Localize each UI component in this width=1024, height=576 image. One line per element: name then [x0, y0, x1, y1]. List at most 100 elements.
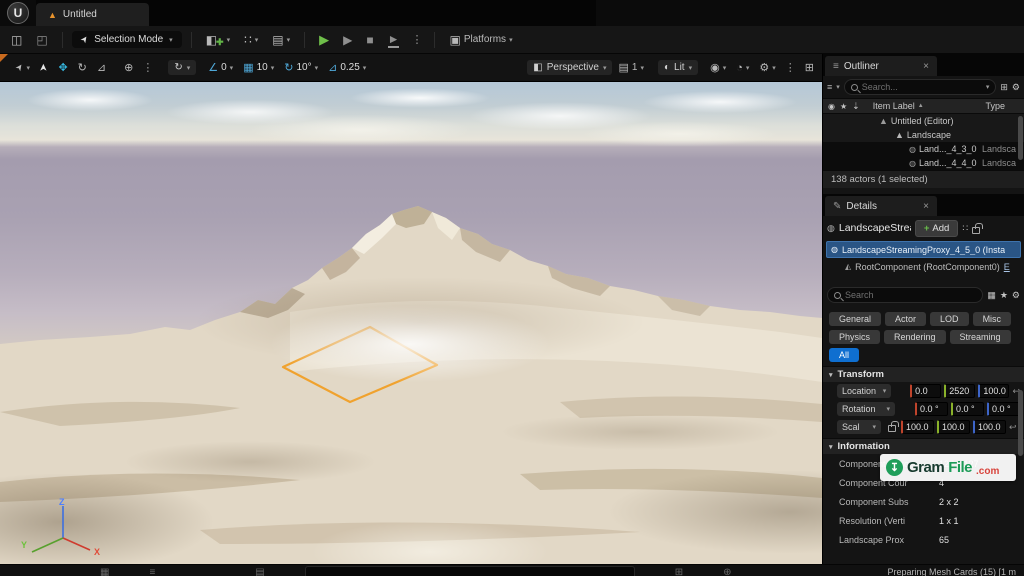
location-y-field[interactable]: 2520	[944, 384, 975, 398]
information-section-header[interactable]: ▾ Information	[823, 438, 1024, 454]
details-scrollbar[interactable]	[1018, 390, 1023, 456]
blueprint-icon[interactable]: ∷	[962, 223, 968, 234]
save-button[interactable]: ◫	[6, 31, 27, 49]
perspective-dropdown[interactable]: ◧ Perspective ▾	[527, 60, 612, 75]
outliner-row-untitled[interactable]: ▲ Untitled (Editor)	[823, 114, 1024, 128]
scale-x-field[interactable]: 100.0	[901, 420, 934, 434]
content-drawer-icon[interactable]: ▦	[100, 566, 109, 576]
view-mode-dropdown[interactable]: ◐ Lit ▾	[658, 60, 698, 75]
outliner-scrollbar[interactable]	[1018, 116, 1023, 160]
scale-y-field[interactable]: 100.0	[937, 420, 970, 434]
filter-chip-physics[interactable]: Physics	[829, 330, 880, 344]
pin-column-icon[interactable]: ⇣	[852, 101, 860, 112]
item-label-column[interactable]: Item Label	[873, 101, 915, 111]
show-flags-dropdown[interactable]: ◉ ▾	[706, 59, 730, 76]
type-column[interactable]: Type	[985, 101, 1019, 111]
filter-chip-rendering[interactable]: Rendering	[884, 330, 946, 344]
filter-icon[interactable]: ≡	[827, 82, 832, 92]
close-icon[interactable]: ×	[923, 61, 929, 72]
filter-chip-streaming[interactable]: Streaming	[950, 330, 1011, 344]
filter-chip-actor[interactable]: Actor	[885, 312, 926, 326]
create-folder-icon[interactable]: ⊞	[1000, 82, 1008, 93]
filter-chip-lod[interactable]: LOD	[930, 312, 969, 326]
grid-snap-dropdown[interactable]: ▦ 10 ▾	[239, 59, 278, 76]
location-z-field[interactable]: 100.0	[978, 384, 1009, 398]
scale-lock-icon[interactable]	[888, 425, 896, 432]
selection-mode-dropdown[interactable]: ➤ Selection Mode ▾	[72, 31, 182, 48]
platforms-dropdown[interactable]: ▣ Platforms ▾	[444, 31, 517, 49]
frame-skip-button[interactable]: ▶	[338, 31, 357, 49]
outliner-row-landscape[interactable]: ▲ Landscape	[823, 128, 1024, 142]
coordinate-system-button[interactable]: ⊕	[120, 59, 137, 76]
rotation-dropdown[interactable]: Rotation ▾	[837, 402, 895, 416]
blueprints-button[interactable]: ∷ ▾	[239, 31, 263, 49]
transform-options-ellipsis[interactable]: ⋮	[139, 61, 156, 74]
gear-icon[interactable]: ⚙	[1012, 82, 1020, 93]
quad-view-button[interactable]: ⊞	[801, 59, 818, 76]
outliner-search-input[interactable]	[862, 82, 982, 92]
viewport-ellipsis[interactable]: ⋮	[782, 61, 799, 74]
star-column-icon[interactable]: ★	[840, 102, 847, 111]
details-search-input[interactable]	[845, 290, 976, 300]
display-options-icon[interactable]: ▦	[987, 290, 996, 301]
scale-tool-button[interactable]: ⊿	[93, 59, 110, 76]
root-component-edit-link[interactable]: E	[1004, 262, 1010, 272]
cinematics-button[interactable]: ▤ ▾	[267, 31, 295, 49]
add-actor-button[interactable]: ◧✚ ▾	[201, 30, 235, 50]
level-viewport[interactable]: Z X Y	[0, 82, 822, 564]
component-row-selected[interactable]: ◍ LandscapeStreamingProxy_4_5_0 (Insta	[826, 241, 1021, 258]
outliner-search[interactable]: ▾	[844, 79, 997, 95]
surface-snapping-dropdown[interactable]: ↻ ▾	[168, 60, 196, 75]
outliner-row-land-4-3-0[interactable]: ◍ Land..._4_3_0 Landsca	[823, 142, 1024, 156]
select-tool-button[interactable]: ➤	[36, 60, 52, 75]
filter-chip-all[interactable]: All	[829, 348, 859, 362]
viewport-options-dropdown[interactable]: ➤ ▾	[12, 60, 34, 75]
outliner-row-land-4-4-0[interactable]: ◍ Land..._4_4_0 Landsca	[823, 156, 1024, 170]
outliner-column-header[interactable]: ◉ ★ ⇣ Item Label ▲ Type	[823, 98, 1024, 114]
lock-icon[interactable]	[972, 227, 980, 234]
add-component-button[interactable]: + Add	[915, 220, 958, 237]
rotation-y-field[interactable]: 0.0 °	[951, 402, 984, 416]
screen-percentage-dropdown[interactable]: ▤ 1 ▾	[614, 59, 647, 76]
tab-untitled-level[interactable]: ▲ Untitled	[36, 3, 149, 26]
performance-dropdown[interactable]: ◔ ▾	[732, 60, 753, 76]
console-input[interactable]	[305, 566, 635, 576]
tab-outliner[interactable]: ≡ Outliner ×	[825, 56, 937, 76]
transform-section-header[interactable]: ▾ Transform	[823, 366, 1024, 382]
details-search[interactable]	[827, 287, 983, 303]
move-tool-button[interactable]: ✥	[54, 59, 71, 76]
source-control-icon[interactable]: ⊕	[723, 566, 731, 576]
stop-button[interactable]: ■	[361, 31, 378, 49]
rotation-snap-dropdown[interactable]: ↻ 10° ▾	[280, 59, 322, 76]
close-icon[interactable]: ×	[923, 201, 929, 212]
rotation-x-field[interactable]: 0.0 °	[915, 402, 948, 416]
filter-chip-general[interactable]: General	[829, 312, 881, 326]
browse-content-button[interactable]: ◰	[31, 31, 52, 49]
reset-scale-icon[interactable]: ↩	[1009, 422, 1017, 433]
unreal-logo[interactable]: U	[0, 0, 36, 26]
star-icon[interactable]: ★	[1000, 290, 1008, 301]
background-task-status[interactable]: Preparing Mesh Cards (15) [1 m	[887, 566, 1016, 576]
output-log-icon[interactable]: ≡	[149, 566, 155, 576]
filter-chip-misc[interactable]: Misc	[973, 312, 1012, 326]
location-x-field[interactable]: 0.0	[910, 384, 941, 398]
visibility-column-icon[interactable]: ◉	[828, 102, 835, 111]
component-row-root[interactable]: ◭ RootComponent (RootComponent0) E	[823, 259, 1024, 274]
scale-dropdown[interactable]: Scal ▾	[837, 420, 881, 434]
location-dropdown[interactable]: Location ▾	[837, 384, 891, 398]
scale-snap-dropdown[interactable]: ⊿ 0.25 ▾	[324, 59, 370, 76]
rotate-tool-button[interactable]: ↻	[74, 59, 91, 76]
rotation-z-field[interactable]: 0.0 °	[987, 402, 1020, 416]
launch-button[interactable]: ►	[383, 30, 405, 50]
console-icon[interactable]: ▤	[255, 566, 264, 576]
chevron-down-icon[interactable]: ▾	[986, 83, 990, 91]
derived-data-icon[interactable]: ⊞	[675, 566, 683, 576]
scale-z-field[interactable]: 100.0	[973, 420, 1006, 434]
chevron-down-icon[interactable]: ▾	[836, 83, 840, 91]
viewport-settings-dropdown[interactable]: ⚙ ▾	[755, 59, 779, 76]
tab-details[interactable]: ✎ Details ×	[825, 196, 937, 216]
play-button[interactable]: ▶	[314, 30, 334, 50]
actor-snap-dropdown[interactable]: ∠ 0 ▾	[204, 59, 237, 76]
play-options-ellipsis[interactable]: ⋮	[408, 33, 425, 46]
gear-icon[interactable]: ⚙	[1012, 290, 1020, 301]
